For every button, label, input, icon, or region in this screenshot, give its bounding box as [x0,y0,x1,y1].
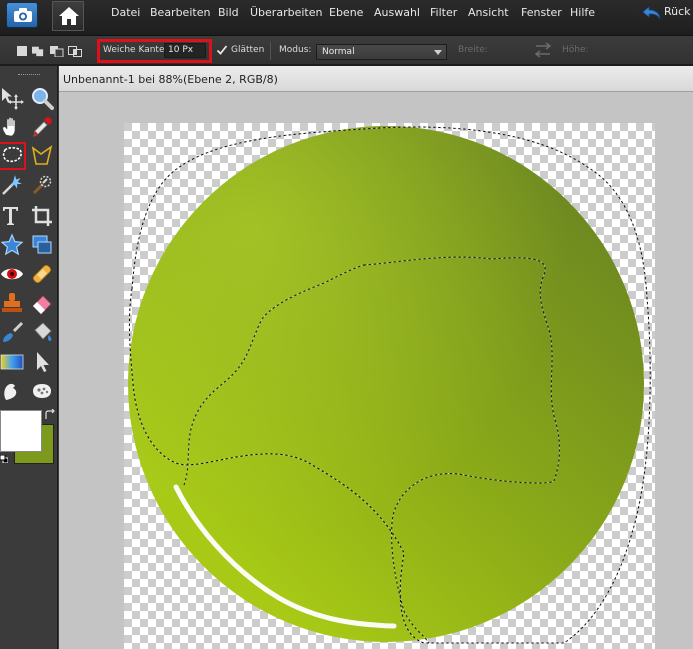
canvas-artwork [124,123,655,649]
recompose-icon [32,235,52,254]
menu-ueberarbeiten[interactable]: Überarbeiten [250,5,322,21]
crop-tool[interactable] [30,204,54,228]
chevron-down-icon [434,50,442,55]
healing-brush-tool[interactable] [30,262,54,286]
move-tool[interactable] [0,86,24,110]
crop-icon [32,206,52,226]
undo-button[interactable]: Rück [640,3,693,23]
gradient-icon [0,354,24,370]
brush-tool[interactable] [0,321,24,345]
paint-bucket-icon [34,322,52,341]
brush-icon [3,321,24,342]
recompose-tool[interactable] [30,233,54,257]
gradient-tool[interactable] [0,350,24,374]
menu-auswahl[interactable]: Auswahl [374,5,420,21]
swap-dimensions-icon[interactable] [533,42,553,58]
menu-bar: Datei Bearbeiten Bild Überarbeiten Ebene… [0,0,693,36]
document-title: Unbenannt-1 bei 88%(Ebene 2, RGB/8) [63,73,278,86]
sponge-icon [33,384,51,398]
eyedropper-tool[interactable] [30,115,54,139]
menu-bearbeiten[interactable]: Bearbeiten [150,5,210,21]
toolbox [0,66,58,649]
divider [270,42,271,60]
undo-label: Rück [664,5,691,18]
default-colors-icon[interactable] [0,455,8,463]
new-selection-icon[interactable] [16,45,28,57]
menu-hilfe[interactable]: Hilfe [570,5,595,21]
move-icon [2,88,24,110]
subtract-selection-icon[interactable] [50,45,64,57]
clone-stamp-tool[interactable] [0,291,24,315]
editor-window: Datei Bearbeiten Bild Überarbeiten Ebene… [0,0,693,649]
toolbox-grip[interactable] [18,74,40,76]
swap-colors-icon[interactable] [44,409,56,421]
document-tab[interactable]: Unbenannt-1 bei 88%(Ebene 2, RGB/8) [59,66,693,92]
zoom-tool[interactable] [30,86,54,110]
selection-mode-group [16,45,84,57]
lasso-tool[interactable] [0,142,26,170]
add-selection-icon[interactable] [32,45,44,57]
smooth-label[interactable]: Glätten [231,45,264,55]
feather-label: Weiche Kante: [103,45,168,55]
magic-wand-tool[interactable] [0,173,24,197]
eraser-icon [32,295,52,315]
mode-label: Modus: [279,45,312,55]
menu-filter[interactable]: Filter [430,5,457,21]
menu-bild[interactable]: Bild [218,5,239,21]
custom-shape-icon [0,233,24,256]
quick-selection-tool[interactable] [30,173,54,197]
custom-shape-tool[interactable] [0,233,24,257]
height-label: Höhe: [562,45,589,55]
menu-ansicht[interactable]: Ansicht [468,5,509,21]
red-eye-icon [1,268,23,280]
undo-icon [642,6,661,20]
eraser-tool[interactable] [30,291,54,315]
magnetic-lasso-tool[interactable] [30,144,54,168]
mode-dropdown[interactable]: Normal [316,44,447,60]
quick-selection-icon [32,175,52,195]
mode-value: Normal [322,47,355,57]
hand-tool[interactable] [0,115,24,139]
smudge-icon [4,383,17,400]
menu-fenster[interactable]: Fenster [521,5,562,21]
checkmark-icon[interactable] [216,44,228,56]
smudge-tool[interactable] [0,379,24,403]
healing-brush-icon [32,264,52,284]
camera-icon[interactable] [6,2,38,28]
sponge-tool[interactable] [30,379,54,403]
text-icon [3,207,18,225]
width-label: Breite: [458,45,488,55]
home-icon [59,7,79,25]
document-area: Unbenannt-1 bei 88%(Ebene 2, RGB/8) [59,66,693,649]
canvas[interactable] [124,123,655,649]
foreground-color-swatch[interactable] [0,410,42,452]
text-tool[interactable] [0,204,24,228]
menu-datei[interactable]: Datei [111,5,140,21]
paint-bucket-tool[interactable] [30,321,54,345]
shape-select-icon [37,352,49,372]
lasso-icon [2,146,22,163]
menu-ebene[interactable]: Ebene [329,5,363,21]
clone-stamp-icon [2,293,22,312]
ball-shine [128,126,644,642]
zoom-icon [32,88,54,110]
hand-icon [2,117,16,137]
feather-input[interactable]: 10 Px [164,43,206,58]
magnetic-lasso-icon [31,145,53,165]
home-button[interactable] [52,1,84,31]
options-bar: Weiche Kante: 10 Px Glätten Modus: Norma… [0,36,693,66]
magic-wand-icon [2,175,22,195]
shape-select-tool[interactable] [30,350,54,374]
eyedropper-icon [33,117,52,137]
red-eye-tool[interactable] [0,262,24,286]
intersect-selection-icon[interactable] [68,45,82,57]
